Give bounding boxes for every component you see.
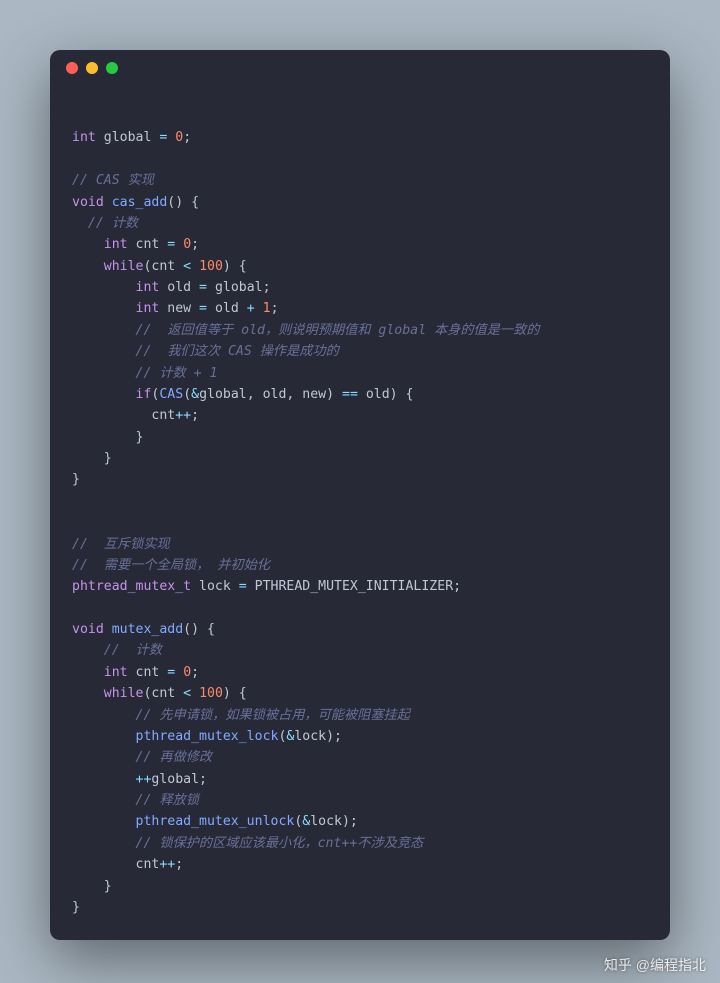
watermark: 知乎 @编程指北 <box>604 955 706 975</box>
code-token: global; <box>207 280 271 295</box>
code-token: ; <box>453 579 461 594</box>
code-comment: // 计数 <box>72 216 138 231</box>
code-token: int <box>72 130 96 145</box>
code-token: ; <box>175 857 183 872</box>
code-token: & <box>191 387 199 402</box>
code-token: global; <box>151 772 207 787</box>
code-token: pthread_mutex_unlock <box>136 814 295 829</box>
code-token: = <box>199 301 207 316</box>
window-titlebar <box>50 50 670 86</box>
code-comment: // 我们这次 CAS 操作是成功的 <box>72 344 339 359</box>
code-token: cnt <box>128 665 168 680</box>
code-token: () { <box>183 622 215 637</box>
code-token: void <box>72 622 104 637</box>
code-token: cnt <box>128 237 168 252</box>
code-token: mutex_add <box>104 622 183 637</box>
code-comment: // 互斥锁实现 <box>72 537 170 552</box>
code-token: void <box>72 195 104 210</box>
code-token <box>191 259 199 274</box>
code-token: PTHREAD_MUTEX_INITIALIZER <box>255 579 454 594</box>
code-token: ; <box>183 130 191 145</box>
code-token: global, old, new) <box>199 387 342 402</box>
code-token: lock); <box>294 729 342 744</box>
code-token: lock); <box>310 814 358 829</box>
code-token: 1 <box>263 301 271 316</box>
code-token: } <box>72 900 80 915</box>
code-token: old <box>159 280 199 295</box>
code-token <box>72 772 136 787</box>
code-token: ; <box>191 408 199 423</box>
code-token: (cnt <box>143 686 183 701</box>
code-token: while <box>72 259 143 274</box>
code-token <box>247 579 255 594</box>
minimize-icon[interactable] <box>86 62 98 74</box>
code-token: + <box>247 301 255 316</box>
code-token: phtread_mutex_t <box>72 579 191 594</box>
code-token: global <box>96 130 160 145</box>
code-token: cnt <box>136 857 160 872</box>
code-comment: // 返回值等于 old，则说明预期值和 global 本身的值是一致的 <box>72 323 540 338</box>
code-token <box>72 814 136 829</box>
code-token: 0 <box>183 237 191 252</box>
code-token: int <box>72 301 159 316</box>
code-token <box>191 686 199 701</box>
code-token <box>255 301 263 316</box>
code-token <box>175 665 183 680</box>
code-token <box>72 857 136 872</box>
code-token: } <box>72 472 80 487</box>
code-token: CAS <box>159 387 183 402</box>
code-token: () { <box>167 195 199 210</box>
code-token: lock <box>191 579 239 594</box>
code-token: 0 <box>183 665 191 680</box>
code-token: } <box>72 430 143 445</box>
code-token <box>72 729 136 744</box>
code-token: 100 <box>199 686 223 701</box>
code-comment: // 再做修改 <box>72 750 212 765</box>
code-token: } <box>72 451 112 466</box>
code-token: = <box>199 280 207 295</box>
code-token: ; <box>191 665 199 680</box>
code-token: new <box>159 301 199 316</box>
code-token: ++ <box>136 772 152 787</box>
code-token: ; <box>191 237 199 252</box>
code-token: ; <box>271 301 279 316</box>
code-comment: // 计数 + 1 <box>72 366 217 381</box>
code-token: (cnt <box>143 259 183 274</box>
code-token: if <box>72 387 151 402</box>
code-token: pthread_mutex_lock <box>136 729 279 744</box>
code-token: ++ <box>159 857 175 872</box>
code-token: old <box>207 301 247 316</box>
code-comment: // 释放锁 <box>72 793 199 808</box>
code-comment: // 计数 <box>72 643 162 658</box>
code-comment: // 锁保护的区域应该最小化，cnt++不涉及竞态 <box>72 836 423 851</box>
code-token: < <box>183 686 191 701</box>
code-token: < <box>183 259 191 274</box>
code-token: ++ <box>175 408 191 423</box>
code-token: } <box>72 879 112 894</box>
maximize-icon[interactable] <box>106 62 118 74</box>
code-comment: // 先申请锁，如果锁被占用，可能被阻塞挂起 <box>72 708 410 723</box>
code-token: old) { <box>358 387 414 402</box>
code-token: cas_add <box>104 195 168 210</box>
code-token: 100 <box>199 259 223 274</box>
code-token: == <box>342 387 358 402</box>
code-token: ) { <box>223 686 247 701</box>
code-token: int <box>72 280 159 295</box>
code-token: = <box>239 579 247 594</box>
code-comment: // 需要一个全局锁， 并初始化 <box>72 558 270 573</box>
code-window: int global = 0; // CAS 实现 void cas_add()… <box>50 50 670 940</box>
code-token: ) { <box>223 259 247 274</box>
code-token <box>175 237 183 252</box>
code-comment: // CAS 实现 <box>72 173 154 188</box>
code-token: int <box>72 665 128 680</box>
code-token: while <box>72 686 143 701</box>
code-block: int global = 0; // CAS 实现 void cas_add()… <box>50 86 670 938</box>
code-token: ( <box>183 387 191 402</box>
code-token: int <box>72 237 128 252</box>
code-token: cnt <box>72 408 175 423</box>
close-icon[interactable] <box>66 62 78 74</box>
